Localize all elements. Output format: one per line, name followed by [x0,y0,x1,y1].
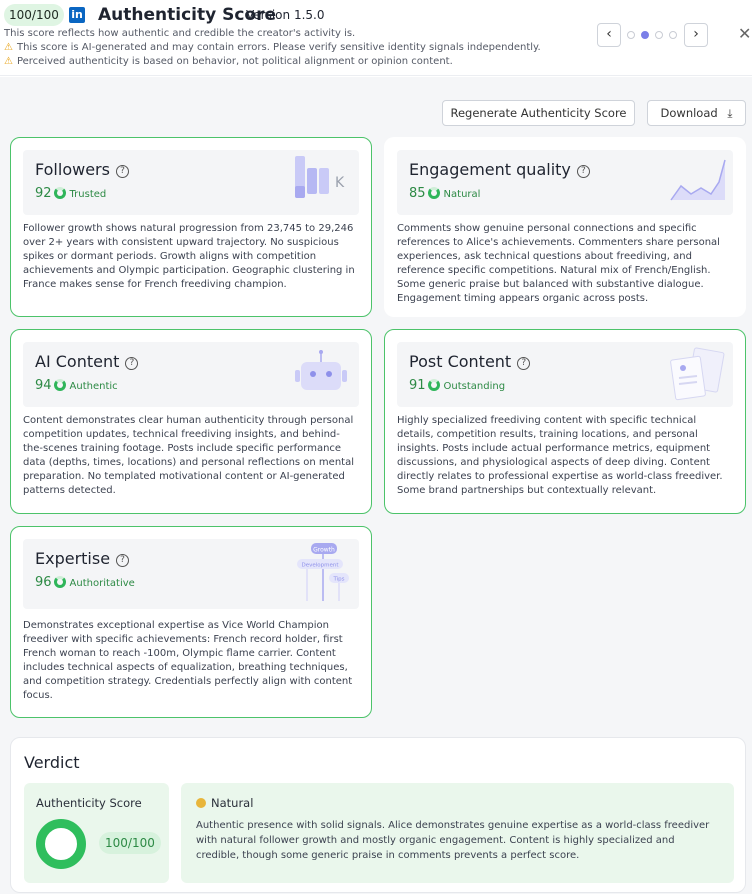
card-body: Comments show genuine personal connectio… [397,223,720,304]
card-header: Engagement quality? 85 Natural [397,150,733,215]
warning-line: ⚠ Perceived authenticity is based on beha… [4,55,453,68]
card-header: Expertise? 96 Authoritative Growth Develo… [23,539,359,609]
metric-score: 96 [35,575,52,590]
help-icon[interactable]: ? [125,357,139,370]
warning-icon: ⚠ [4,56,13,67]
card-title: AI Content? [35,351,139,373]
illus-label-tips: Tips [332,577,344,583]
score-ring-icon [427,379,440,391]
metric-label: Outstanding [443,381,506,392]
header: 100/100 in Authenticity Score Version 1.… [0,0,752,76]
card-metric: 85 Natural [409,186,480,203]
score-badge: 100/100 [4,4,64,26]
ai-content-card: AI Content? 94 Authentic Content demonstr… [10,329,372,514]
metric-label: Authoritative [69,578,135,589]
close-icon[interactable]: ✕ [738,26,751,42]
warning-icon: ⚠ [4,42,13,53]
card-metric: 94 Authentic [35,378,118,395]
score-ring-icon [53,576,66,588]
card-header: AI Content? 94 Authentic [23,342,359,407]
card-title: Expertise? [35,548,130,570]
illus-label-development: Development [301,563,339,569]
pager-dot[interactable] [669,31,677,39]
post-content-card: Post Content? 91 Outstanding Highly speci… [384,329,746,514]
score-description: This score reflects how authentic and cr… [4,28,356,39]
verdict-panel: Verdict Authenticity Score 100/100 Natur… [10,737,746,893]
verdict-category: Natural [196,796,253,810]
card-metric: 92 Trusted [35,186,106,203]
score-box-title: Authenticity Score [36,796,142,810]
card-title: Post Content? [409,351,531,373]
next-page-button[interactable]: › [684,23,708,47]
card-body: Content demonstrates clear human authent… [23,415,354,496]
pager-dot[interactable] [655,31,663,39]
natural-status-icon [196,798,206,808]
card-header: Followers? 92 Trusted K [23,150,359,215]
download-button[interactable]: Download ⤓ [647,100,746,126]
verdict-summary: Authentic presence with solid signals. A… [196,820,710,861]
score-ring-icon [53,379,66,391]
help-icon[interactable]: ? [517,357,531,370]
regenerate-button[interactable]: Regenerate Authenticity Score [442,100,635,126]
warning-line: ⚠ This score is AI-generated and may cont… [4,41,541,54]
version-label: Version 1.5.0 [246,8,325,22]
followers-illustration-text: K [335,175,345,191]
pager-dot[interactable] [627,31,635,39]
verdict-title: Verdict [24,753,80,772]
score-donut [36,819,86,869]
card-body: Highly specialized freediving content wi… [397,415,723,496]
warning-text: Perceived authenticity is based on behav… [16,56,453,67]
score-ring-icon [53,187,66,199]
expertise-card: Expertise? 96 Authoritative Growth Develo… [10,526,372,718]
download-icon: ⤓ [727,106,733,120]
score-ring-icon [427,187,440,199]
followers-illustration-icon: K [295,156,345,198]
robot-icon [295,350,347,390]
card-body: Follower growth shows natural progressio… [23,223,355,290]
verdict-summary-box: Natural Authentic presence with solid si… [181,783,734,883]
card-metric: 91 Outstanding [409,378,505,395]
card-body: Demonstrates exceptional expertise as Vi… [23,620,353,701]
score-value-badge: 100/100 [99,832,161,854]
card-title: Followers? [35,159,129,181]
engagement-card: Engagement quality? 85 Natural Comments s… [384,137,746,317]
metric-label: Natural [443,189,481,200]
posts-illustration-icon [670,347,725,401]
authenticity-score-box: Authenticity Score 100/100 [24,783,169,883]
expertise-illustration-icon: Growth Development Tips [297,543,349,601]
linkedin-icon: in [69,7,85,23]
card-header: Post Content? 91 Outstanding [397,342,733,407]
followers-card: Followers? 92 Trusted K Follower growth s… [10,137,372,317]
help-icon[interactable]: ? [115,165,129,178]
card-metric: 96 Authoritative [35,575,135,592]
metric-label: Authentic [69,381,118,392]
card-title: Engagement quality? [409,159,590,181]
metric-score: 92 [35,186,52,201]
prev-page-button[interactable]: ‹ [597,23,621,47]
verdict-category-label: Natural [211,796,254,810]
illus-label-growth: Growth [313,547,335,554]
help-icon[interactable]: ? [116,554,130,567]
engagement-chart-icon [670,159,726,201]
warning-text: This score is AI-generated and may conta… [16,42,541,53]
metric-score: 91 [409,378,426,393]
help-icon[interactable]: ? [576,165,590,178]
download-label: Download [660,106,718,120]
metric-label: Trusted [69,189,107,200]
metric-score: 85 [409,186,426,201]
metric-score: 94 [35,378,52,393]
pager-dot-active[interactable] [641,31,649,39]
